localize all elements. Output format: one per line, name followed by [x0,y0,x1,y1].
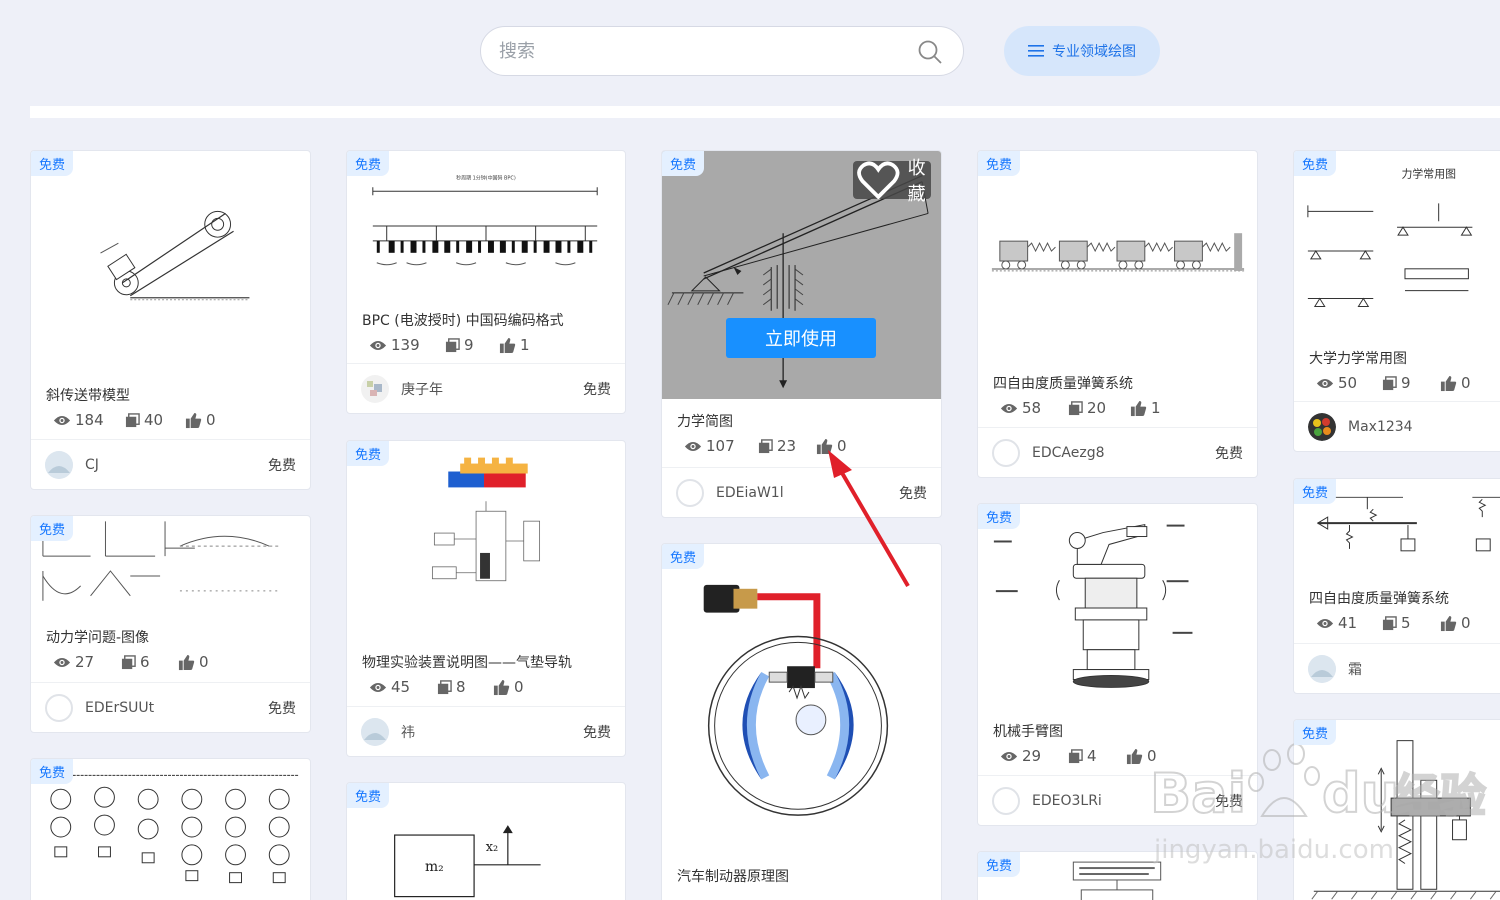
free-tag: 免费 [662,544,705,569]
free-tag: 免费 [662,151,705,176]
free-tag: 免费 [978,852,1021,877]
free-tag: 免费 [31,151,74,176]
free-tag: 免费 [1294,151,1337,176]
free-tag: 免费 [347,151,390,176]
free-tag: 免费 [978,151,1021,176]
free-tag: 免费 [31,516,74,541]
use-now-button[interactable]: 立即使用 [726,318,876,358]
heart-icon [857,161,900,199]
favorite-label: 收藏 [907,158,926,205]
free-tag: 免费 [978,504,1021,529]
free-tag: 免费 [347,783,390,808]
free-tag: 免费 [347,441,390,466]
annotation-arrow [828,450,910,588]
free-tag: 免费 [31,759,74,784]
free-tag: 免费 [1294,479,1337,504]
free-tag: 免费 [1294,720,1337,745]
favorite-button[interactable]: 收藏 [853,158,931,205]
